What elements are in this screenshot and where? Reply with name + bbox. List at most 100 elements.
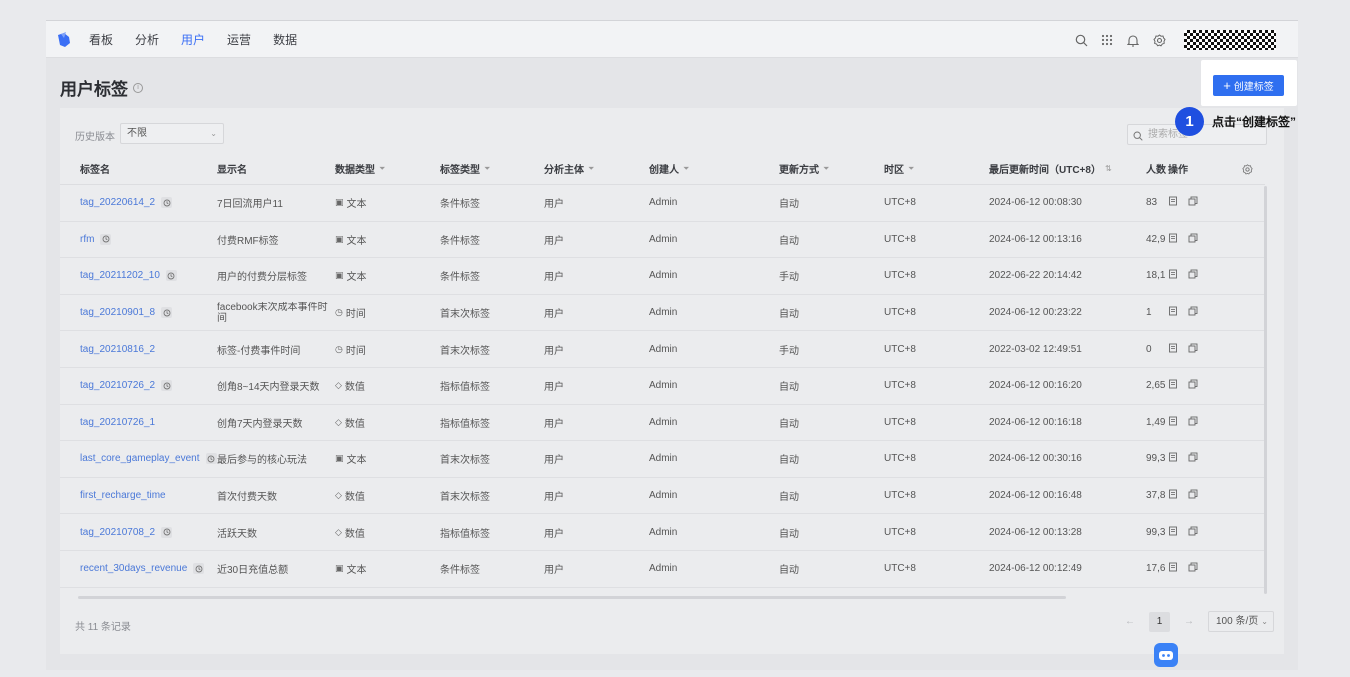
tag-name-link[interactable]: recent_30days_revenue — [60, 563, 217, 575]
copy-icon[interactable] — [1188, 269, 1198, 282]
row-actions — [1168, 379, 1228, 392]
copy-icon[interactable] — [1188, 343, 1198, 356]
tag-name-link[interactable]: tag_20210901_8 — [60, 307, 217, 319]
detail-doc-icon[interactable] — [1168, 562, 1178, 575]
column-header[interactable]: 数据类型 ⏷ — [335, 161, 440, 177]
table-row[interactable]: tag_20210726_1 创角7天内登录天数 ◇ 数值 指标值标签 用户 Admin 自动… — [60, 405, 1265, 442]
assistant-bot-icon[interactable] — [1154, 643, 1178, 667]
info-icon[interactable]: i — [133, 82, 143, 93]
column-header[interactable]: 显示名 — [217, 161, 335, 176]
table-row[interactable]: tag_20220614_2 7日回流用户11 ▣ 文本 条件标签 用户 Admin 自动 UT… — [60, 185, 1265, 222]
tag-name-link[interactable]: tag_20210726_2 — [60, 380, 217, 392]
detail-doc-icon[interactable] — [1168, 306, 1178, 319]
filter-icon[interactable]: ⏷ — [823, 164, 829, 174]
column-header[interactable]: 分析主体 ⏷ — [544, 161, 649, 177]
nav-item-2[interactable]: 用户 — [181, 21, 205, 59]
copy-icon[interactable] — [1188, 416, 1198, 429]
copy-icon[interactable] — [1188, 452, 1198, 465]
horizontal-scrollbar[interactable] — [78, 596, 1066, 599]
table-row[interactable]: tag_20210901_8 facebook末次成本事件时间 ◷ 时间 首末次标签 用户… — [60, 295, 1265, 332]
history-icon[interactable] — [205, 453, 217, 465]
nav-item-4[interactable]: 数据 — [273, 21, 297, 59]
table-row[interactable]: rfm 付费RMF标签 ▣ 文本 条件标签 用户 Admin 自动 UTC+8 2024-06-1… — [60, 222, 1265, 259]
detail-doc-icon[interactable] — [1168, 489, 1178, 502]
page-number[interactable]: 1 — [1149, 611, 1170, 632]
user-count-cell: 1,49 — [1146, 416, 1166, 428]
search-icon[interactable] — [1073, 32, 1089, 48]
table-row[interactable]: tag_20210816_2 标签-付费事件时间 ◷ 时间 首末次标签 用户 Admin 手动… — [60, 331, 1265, 368]
detail-doc-icon[interactable] — [1168, 452, 1178, 465]
table-row[interactable]: tag_20210708_2 活跃天数 ◇ 数值 指标值标签 用户 Admin 自动 UTC+8… — [60, 514, 1265, 551]
history-icon[interactable] — [161, 380, 173, 392]
column-header[interactable]: 标签类型 ⏷ — [440, 161, 544, 177]
detail-doc-icon[interactable] — [1168, 343, 1178, 356]
column-settings-icon[interactable] — [1242, 164, 1253, 178]
history-version-select[interactable]: 不限 ⌄ — [120, 123, 224, 144]
column-header[interactable]: 时区 ⏷ — [884, 161, 989, 177]
filter-icon[interactable]: ⏷ — [484, 164, 490, 174]
detail-doc-icon[interactable] — [1168, 233, 1178, 246]
tag-name-link[interactable]: first_recharge_time — [60, 490, 217, 501]
filter-icon[interactable]: ⏷ — [683, 164, 689, 174]
column-header[interactable]: 人数 — [1146, 161, 1168, 176]
copy-icon[interactable] — [1188, 489, 1198, 502]
next-page-icon[interactable]: → — [1182, 616, 1196, 627]
copy-icon[interactable] — [1188, 196, 1198, 209]
tag-name-link[interactable]: tag_20210708_2 — [60, 526, 217, 538]
data-type-cell: ▣ 文本 — [335, 233, 367, 247]
detail-doc-icon[interactable] — [1168, 416, 1178, 429]
detail-doc-icon[interactable] — [1168, 269, 1178, 282]
user-avatar-redacted[interactable] — [1184, 30, 1276, 50]
detail-doc-icon[interactable] — [1168, 196, 1178, 209]
create-tag-button[interactable]: + 创建标签 — [1213, 75, 1284, 96]
column-header[interactable]: 最后更新时间（UTC+8） ⇅ — [989, 161, 1146, 176]
table-row[interactable]: tag_20211202_10 用户的付费分层标签 ▣ 文本 条件标签 用户 Admin 手动… — [60, 258, 1265, 295]
page-size-select[interactable]: 100 条/页 ⌄ — [1208, 611, 1274, 632]
timezone-cell: UTC+8 — [884, 270, 916, 282]
app-logo[interactable] — [55, 31, 73, 49]
prev-page-icon[interactable]: ← — [1123, 616, 1137, 627]
tag-name-link[interactable]: tag_20211202_10 — [60, 270, 217, 282]
sort-icon[interactable]: ⇅ — [1105, 164, 1112, 173]
tag-type-cell: 首末次标签 — [440, 309, 490, 321]
nav-item-0[interactable]: 看板 — [89, 21, 113, 59]
detail-doc-icon[interactable] — [1168, 379, 1178, 392]
copy-icon[interactable] — [1188, 526, 1198, 539]
copy-icon[interactable] — [1188, 233, 1198, 246]
vertical-scrollbar[interactable] — [1264, 186, 1267, 594]
table-row[interactable]: tag_20210726_2 创角8~14天内登录天数 ◇ 数值 指标值标签 用户 Admi… — [60, 368, 1265, 405]
copy-icon[interactable] — [1188, 379, 1198, 392]
history-icon[interactable] — [161, 526, 173, 538]
nav-item-3[interactable]: 运营 — [227, 21, 251, 59]
table-row[interactable]: last_core_gameplay_event 最后参与的核心玩法 ▣ 文本 首末次标… — [60, 441, 1265, 478]
table-row[interactable]: recent_30days_revenue 近30日充值总额 ▣ 文本 条件标签 用户 Ad… — [60, 551, 1265, 588]
updated-time-cell: 2024-06-12 00:12:49 — [989, 563, 1082, 575]
filter-icon[interactable]: ⏷ — [908, 164, 914, 174]
filter-icon[interactable]: ⏷ — [588, 164, 594, 174]
tag-name-link[interactable]: rfm — [60, 233, 217, 245]
user-count-cell: 83 — [1146, 197, 1158, 209]
history-icon[interactable] — [161, 197, 173, 209]
column-header[interactable]: 标签名 — [60, 161, 217, 176]
history-icon[interactable] — [165, 270, 177, 282]
bell-icon[interactable] — [1125, 32, 1141, 48]
tag-name-link[interactable]: last_core_gameplay_event — [60, 453, 217, 465]
tag-name-link[interactable]: tag_20210816_2 — [60, 344, 217, 355]
table-row[interactable]: first_recharge_time 首次付费天数 ◇ 数值 首末次标签 用户 Admin… — [60, 478, 1265, 515]
column-header[interactable]: 更新方式 ⏷ — [779, 161, 884, 177]
history-icon[interactable] — [193, 563, 205, 575]
subject-cell: 用户 — [544, 418, 564, 430]
settings-gear-icon[interactable] — [1151, 32, 1167, 48]
tag-name-link[interactable]: tag_20220614_2 — [60, 197, 217, 209]
detail-doc-icon[interactable] — [1168, 526, 1178, 539]
column-header[interactable]: 操作 — [1168, 161, 1228, 176]
filter-icon[interactable]: ⏷ — [379, 164, 385, 174]
copy-icon[interactable] — [1188, 562, 1198, 575]
nav-item-1[interactable]: 分析 — [135, 21, 159, 59]
history-icon[interactable] — [100, 233, 112, 245]
history-icon[interactable] — [161, 307, 173, 319]
tag-name-link[interactable]: tag_20210726_1 — [60, 417, 217, 428]
column-header[interactable]: 创建人 ⏷ — [649, 161, 779, 177]
apps-grid-icon[interactable] — [1099, 32, 1115, 48]
copy-icon[interactable] — [1188, 306, 1198, 319]
